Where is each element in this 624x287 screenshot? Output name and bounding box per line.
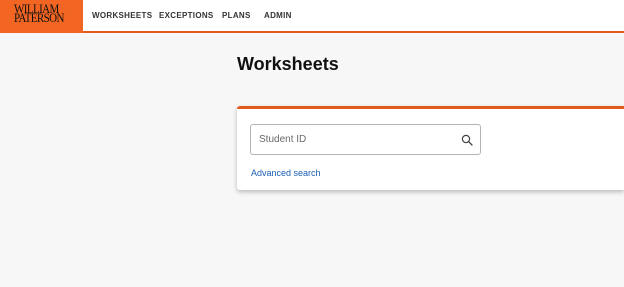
nav-plans[interactable]: PLANS — [222, 11, 251, 20]
nav-admin[interactable]: ADMIN — [264, 11, 292, 20]
william-paterson-logo[interactable]: WILLIAM PATERSON — [0, 0, 83, 33]
search-icon[interactable] — [461, 134, 473, 146]
nav-worksheets[interactable]: WORKSHEETS — [92, 11, 152, 20]
page-title: Worksheets — [237, 54, 339, 74]
search-card: Advanced search — [237, 106, 624, 190]
advanced-search-link[interactable]: Advanced search — [251, 168, 321, 178]
top-nav-bar: WILLIAM PATERSON WORKSHEETS EXCEPTIONS P… — [0, 0, 624, 33]
nav-exceptions[interactable]: EXCEPTIONS — [159, 11, 214, 20]
student-id-search-box[interactable] — [250, 124, 481, 155]
logo-line-2: PATERSON — [14, 11, 64, 26]
student-id-input[interactable] — [259, 131, 449, 148]
